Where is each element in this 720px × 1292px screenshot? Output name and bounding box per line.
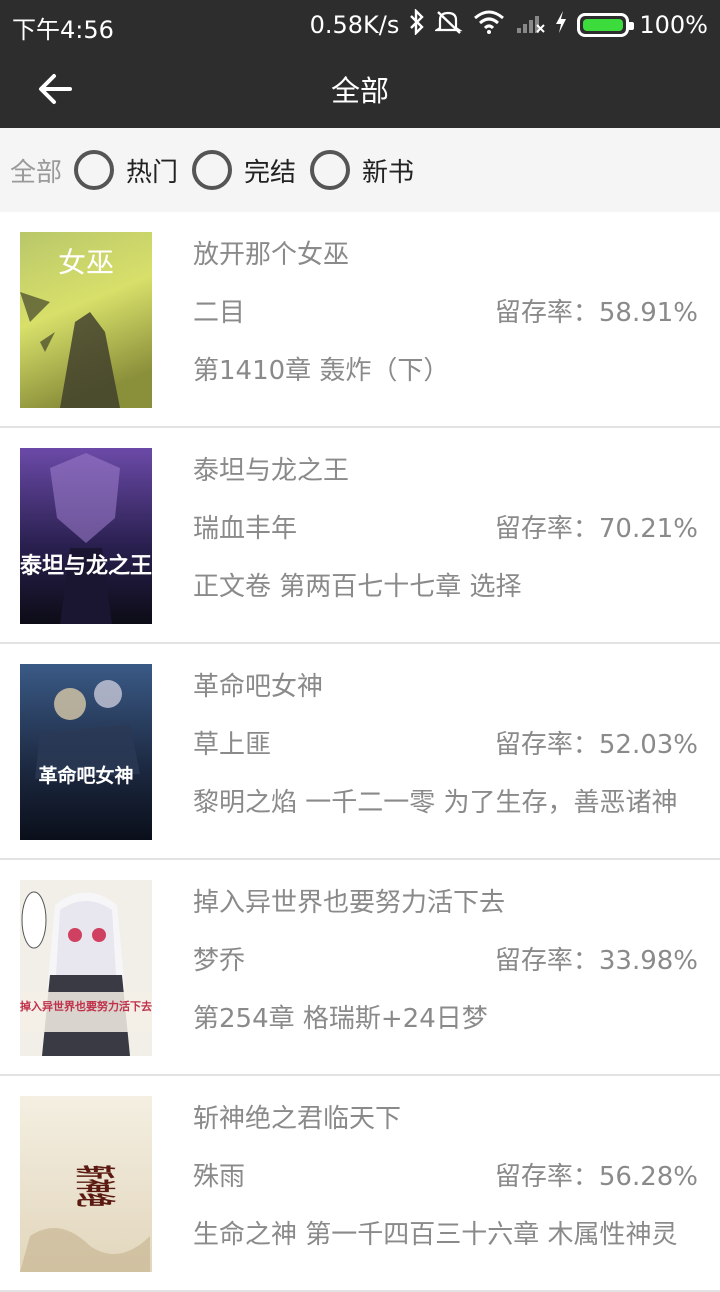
book-author: 瑞血丰年 — [193, 514, 298, 544]
book-list: 女巫 放开那个女巫 二目 留存率：58.91% 第1410章 轰炸（下） 泰坦与… — [0, 212, 720, 1292]
book-title: 泰坦与龙之王 — [193, 456, 350, 486]
book-author: 梦乔 — [193, 946, 246, 976]
charging-icon — [555, 10, 567, 40]
book-cover: 掉入异世界也要努力活下去 — [20, 880, 152, 1056]
filter-label-all[interactable]: 全部 — [10, 152, 62, 189]
book-title: 掉入异世界也要努力活下去 — [193, 888, 506, 918]
book-author: 二目 — [193, 298, 246, 328]
mute-icon — [433, 9, 464, 41]
filter-option-finished[interactable]: 完结 — [192, 150, 296, 190]
network-speed: 0.58K/s — [309, 11, 400, 39]
status-bar: 下午4:56 0.58K/s 100% — [0, 0, 720, 50]
book-list-item[interactable]: 革命吧女神 革命吧女神 草上匪 留存率：52.03% 黎明之焰 一千二一零 为了… — [0, 644, 720, 860]
filter-option-label: 新书 — [362, 157, 415, 188]
cover-title: 掉入异世界也要努力活下去 — [20, 999, 152, 1013]
filter-option-new[interactable]: 新书 — [310, 150, 414, 190]
book-list-item[interactable]: 女巫 放开那个女巫 二目 留存率：58.91% 第1410章 轰炸（下） — [0, 212, 720, 428]
book-latest-chapter: 第254章 格瑞斯+24日梦 — [193, 1004, 488, 1034]
filter-option-label: 热门 — [126, 157, 179, 188]
book-title: 斩神绝之君临天下 — [193, 1104, 402, 1134]
radio-icon[interactable] — [74, 150, 115, 190]
book-author: 殊雨 — [193, 1162, 246, 1192]
signal-icon — [515, 10, 546, 40]
cover-title: 斩神绝 — [71, 1165, 118, 1207]
book-title: 放开那个女巫 — [193, 240, 350, 270]
wifi-icon — [473, 10, 505, 40]
bluetooth-icon — [409, 8, 425, 41]
radio-icon[interactable] — [192, 150, 233, 190]
filter-option-hot[interactable]: 热门 — [74, 150, 178, 190]
book-list-item[interactable]: 泰坦与龙之王 泰坦与龙之王 瑞血丰年 留存率：70.21% 正文卷 第两百七十七… — [0, 428, 720, 644]
app-bar: 全部 — [0, 50, 720, 128]
book-cover: 女巫 — [20, 232, 152, 408]
book-retention: 留存率：70.21% — [494, 514, 698, 544]
status-time: 下午4:56 — [12, 16, 114, 44]
book-author: 草上匪 — [193, 730, 272, 760]
status-icons: 0.58K/s 100% — [310, 8, 708, 42]
book-latest-chapter: 正文卷 第两百七十七章 选择 — [193, 572, 522, 602]
page-title: 全部 — [330, 74, 389, 108]
book-latest-chapter: 第1410章 轰炸（下） — [193, 356, 450, 386]
book-title: 革命吧女神 — [193, 672, 324, 702]
cover-title: 女巫 — [58, 246, 114, 279]
book-list-item[interactable]: 斩神绝 斩神绝之君临天下 殊雨 留存率：56.28% 生命之神 第一千四百三十六… — [0, 1076, 720, 1292]
book-retention: 留存率：33.98% — [494, 946, 698, 976]
radio-icon[interactable] — [310, 150, 351, 190]
filter-bar: 全部 热门 完结 新书 — [0, 128, 720, 212]
book-latest-chapter: 生命之神 第一千四百三十六章 木属性神灵 — [193, 1220, 678, 1250]
book-retention: 留存率：58.91% — [494, 298, 698, 328]
cover-title: 革命吧女神 — [38, 764, 133, 787]
battery-percent: 100% — [639, 11, 708, 39]
battery-icon — [577, 13, 635, 37]
book-cover: 革命吧女神 — [20, 664, 152, 840]
book-latest-chapter: 黎明之焰 一千二一零 为了生存，善恶诸神 — [193, 788, 678, 818]
cover-title: 泰坦与龙之王 — [20, 553, 152, 579]
book-cover: 斩神绝 — [20, 1096, 152, 1272]
book-list-item[interactable]: 掉入异世界也要努力活下去 掉入异世界也要努力活下去 梦乔 留存率：33.98% … — [0, 860, 720, 1076]
filter-option-label: 完结 — [244, 157, 297, 188]
book-retention: 留存率：56.28% — [494, 1162, 698, 1192]
book-cover: 泰坦与龙之王 — [20, 448, 152, 624]
book-retention: 留存率：52.03% — [494, 730, 698, 760]
